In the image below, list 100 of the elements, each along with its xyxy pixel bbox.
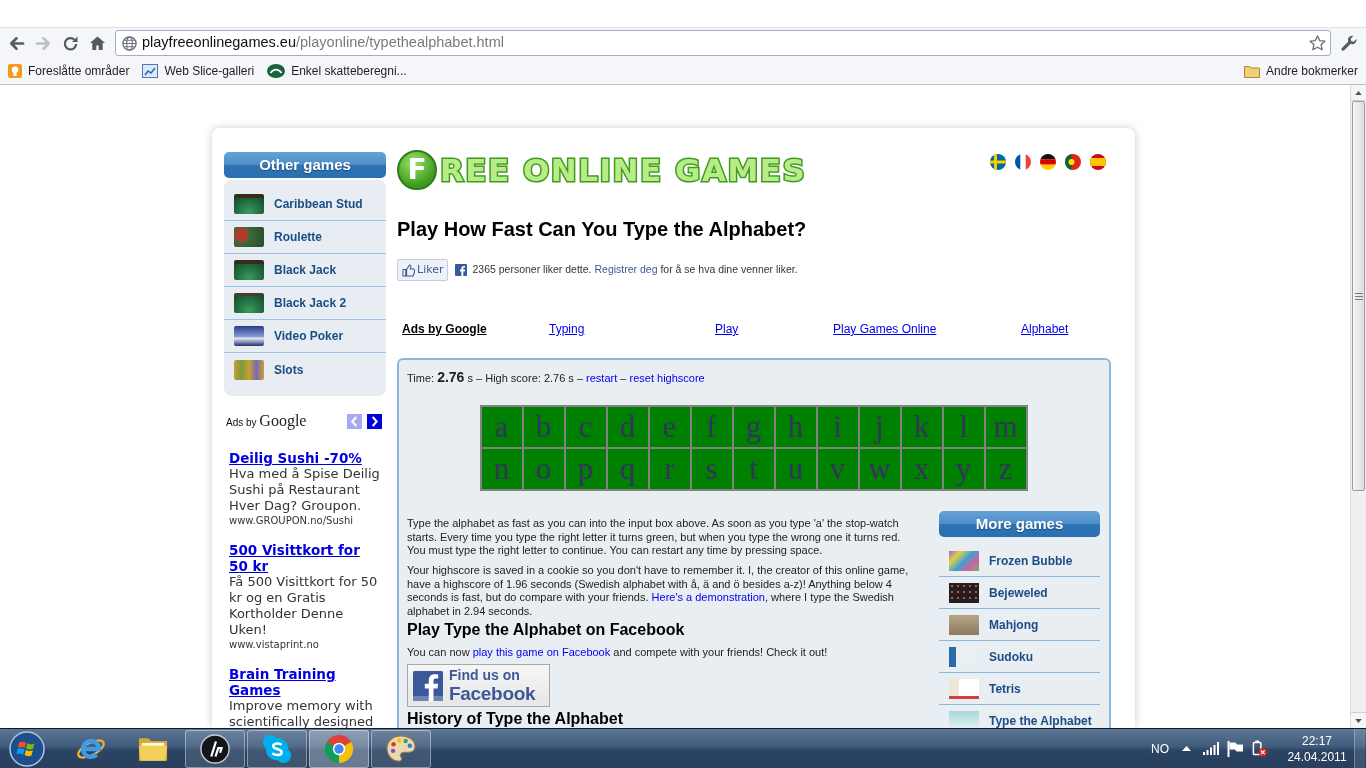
up-triangle-icon bbox=[1181, 746, 1191, 751]
scroll-up-button[interactable] bbox=[1351, 85, 1366, 101]
address-bar[interactable]: playfreeonlinegames.eu/playonline/typethealphabet.html bbox=[115, 30, 1331, 56]
game-link[interactable]: Tetris bbox=[939, 673, 1100, 705]
ad-url-link[interactable]: www.vistaprint.no bbox=[229, 638, 319, 652]
wrench-icon bbox=[1340, 34, 1358, 52]
section-header: More games bbox=[939, 511, 1100, 537]
game-link[interactable]: Roulette bbox=[224, 221, 386, 254]
clock-button[interactable]: 22:17 24.04.2011 bbox=[1280, 732, 1354, 765]
register-link[interactable]: Registrer deg bbox=[594, 263, 658, 276]
page-title: Play How Fast Can You Type the Alphabet? bbox=[397, 217, 807, 241]
ad-title-link[interactable]: Deilig Sushi -70% bbox=[229, 450, 362, 466]
letter-cell: r bbox=[649, 449, 690, 489]
letter-cell: h bbox=[775, 407, 816, 447]
letter-cell: w bbox=[859, 449, 900, 489]
game-link[interactable]: Slots bbox=[224, 353, 386, 386]
round-logo-icon bbox=[200, 733, 230, 764]
f-square-icon bbox=[455, 264, 468, 276]
game-link[interactable]: Mahjong bbox=[939, 609, 1100, 641]
letter-cell: t bbox=[733, 449, 774, 489]
letter-cell: l bbox=[943, 407, 984, 447]
game-thumbnail bbox=[234, 359, 264, 380]
letter-cell: n bbox=[481, 449, 522, 489]
score-action-link[interactable]: restart bbox=[586, 372, 618, 384]
german-flag-icon[interactable] bbox=[1040, 154, 1056, 170]
facebook-badge-link[interactable]: Find us on Facebook bbox=[407, 664, 550, 707]
game-link[interactable]: Black Jack bbox=[224, 254, 386, 287]
inline-link[interactable]: Here's a demonstration bbox=[651, 591, 765, 603]
swedish-flag-icon[interactable] bbox=[990, 154, 1006, 170]
thumbs-up-icon bbox=[402, 263, 415, 277]
game-thumbnail bbox=[234, 293, 264, 313]
letter-cell: z bbox=[985, 449, 1026, 489]
ad-url-link[interactable]: www.GROUPON.no/Sushi bbox=[229, 514, 354, 528]
letter-cell: s bbox=[691, 449, 732, 489]
spanish-flag-icon[interactable] bbox=[1090, 154, 1106, 170]
f-square-icon bbox=[413, 670, 443, 701]
reload-icon bbox=[61, 34, 79, 52]
letter-cell: p bbox=[565, 449, 606, 489]
folder-icon bbox=[1243, 64, 1260, 78]
game-link[interactable]: Sudoku bbox=[939, 641, 1100, 673]
next-ad-button[interactable] bbox=[367, 413, 382, 429]
flag-icon bbox=[1227, 740, 1243, 757]
bookmark-button[interactable]: Web Slice-galleri bbox=[137, 60, 260, 82]
portuguese-flag-icon[interactable] bbox=[1065, 154, 1081, 170]
scrollbar-thumb[interactable] bbox=[1352, 101, 1365, 491]
section-heading: History of Type the Alphabet bbox=[407, 710, 623, 728]
letter-cell: k bbox=[901, 407, 942, 447]
letter-cell: j bbox=[859, 407, 900, 447]
star-icon[interactable] bbox=[1309, 35, 1326, 51]
chevron-right-icon bbox=[370, 415, 379, 427]
french-flag-icon[interactable] bbox=[1015, 154, 1031, 170]
like-button[interactable]: Liker bbox=[397, 259, 449, 281]
show-desktop-button[interactable] bbox=[1354, 729, 1365, 768]
letter-cell: x bbox=[901, 449, 942, 489]
game-thumbnail bbox=[949, 678, 979, 699]
ad-title-link[interactable]: 500 Visittkort for 50 kr bbox=[229, 542, 381, 574]
letter-cell: a bbox=[481, 407, 522, 447]
grip-icon bbox=[1354, 292, 1363, 300]
up-triangle-icon bbox=[1355, 90, 1362, 95]
letter-cell: o bbox=[523, 449, 564, 489]
game-thumbnail bbox=[949, 550, 979, 571]
ad-topic-link[interactable]: Play bbox=[715, 320, 739, 338]
game-link[interactable]: Black Jack 2 bbox=[224, 287, 386, 320]
letter-cell: i bbox=[817, 407, 858, 447]
ad-title-link[interactable]: Brain Training Games bbox=[229, 666, 381, 698]
game-thumbnail bbox=[234, 194, 264, 214]
signal-bars-icon bbox=[1203, 742, 1219, 755]
game-thumbnail bbox=[949, 582, 979, 603]
ad-topic-link[interactable]: Play Games Online bbox=[833, 320, 937, 338]
letter-cell: g bbox=[733, 407, 774, 447]
ads-label-link[interactable]: Ads by Google bbox=[402, 320, 487, 338]
taskbar-app-button[interactable] bbox=[185, 729, 245, 768]
game-link[interactable]: Bejeweled bbox=[939, 577, 1100, 609]
circle-logo-icon bbox=[324, 733, 354, 764]
ad-topic-link[interactable]: Typing bbox=[549, 320, 585, 338]
bookmarks-folder-button[interactable]: Andre bokmerker bbox=[1238, 60, 1363, 82]
paragraph: Your highscore is saved in a cookie so you don't have to remember it. I, the creator of this online game, have a highscore of 1.96 seconds (Swedish alphabet with å, ä and ö besides a-z)! Anything below 4 seconds is fast, but do compare with your friends. Here's a demonstration, where I type the Swedish alphabet in 2.94 seconds. bbox=[407, 564, 910, 618]
game-thumbnail bbox=[234, 260, 264, 280]
letter-cell: v bbox=[817, 449, 858, 489]
inline-link[interactable]: play this game on Facebook bbox=[472, 645, 611, 658]
ad-topic-link[interactable]: Alphabet bbox=[1021, 320, 1069, 338]
game-link[interactable]: Frozen Bubble bbox=[939, 545, 1100, 577]
language-indicator[interactable]: NO bbox=[1147, 739, 1173, 758]
bookmark-button[interactable]: Enkel skatteberegni... bbox=[262, 60, 412, 82]
scroll-down-button[interactable] bbox=[1351, 712, 1366, 728]
letter-cell: f bbox=[691, 407, 732, 447]
game-link[interactable]: Caribbean Stud bbox=[224, 188, 386, 221]
score-action-link[interactable]: reset highscore bbox=[629, 372, 705, 384]
palette-icon bbox=[386, 734, 416, 763]
game-thumbnail bbox=[949, 614, 979, 635]
forward-arrow-icon bbox=[34, 34, 52, 52]
section-header: Other games bbox=[224, 152, 386, 178]
game-link[interactable]: Video Poker bbox=[224, 320, 386, 353]
letter-cell: e bbox=[649, 407, 690, 447]
bookmark-button[interactable]: Foreslåtte områder bbox=[3, 60, 135, 82]
ads-by-google-label: Ads by Google bbox=[226, 411, 307, 432]
ad-text: Få 500 Visittkort for 50 kr og en Gratis Kortholder Denne Uken! bbox=[229, 574, 379, 638]
game-link[interactable]: Type the Alphabet bbox=[939, 705, 1100, 728]
home-icon bbox=[88, 34, 106, 52]
taskbar-app-button[interactable] bbox=[247, 729, 307, 768]
